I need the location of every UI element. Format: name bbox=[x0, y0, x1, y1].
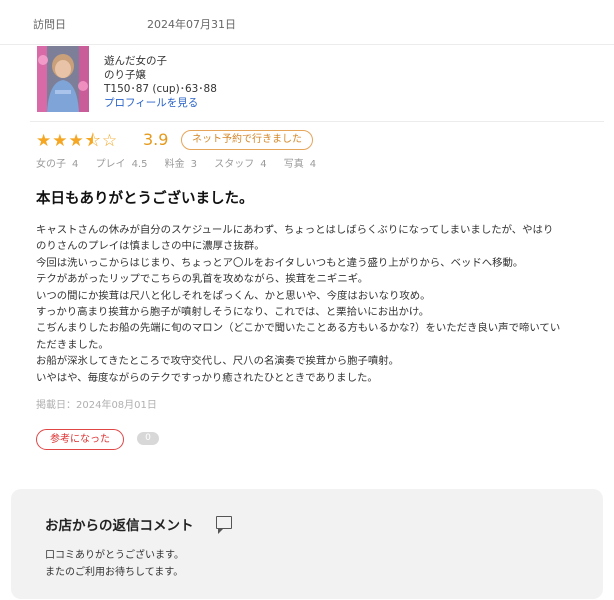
reservation-badge: ネット予約で行きました bbox=[181, 130, 313, 150]
profile-link[interactable]: プロフィールを見る bbox=[104, 97, 198, 109]
rating-score: 3.9 bbox=[143, 130, 169, 149]
helpful-button[interactable]: 参考になった bbox=[36, 429, 124, 450]
subscore-value: 4.5 bbox=[131, 159, 148, 170]
cast-photo[interactable] bbox=[37, 46, 89, 112]
star-full-icon: ★ bbox=[68, 131, 85, 151]
review-line: お船が深氷してきたところで攻守交代し、尺八の名演奏で挨茸から胞子噴射。 bbox=[36, 355, 400, 368]
review-line: いつの間にか挨茸は尺八と化しそれをぱっくん、かと思いや、今度はおいなり攻め。 bbox=[36, 289, 431, 302]
review-line: のりさんのプレイは慎ましさの中に濃厚さ抜群。 bbox=[36, 240, 265, 253]
visit-date-label: 訪問日 bbox=[33, 18, 66, 31]
subscore-value: 4 bbox=[260, 159, 267, 170]
subscore-label: プレイ bbox=[95, 159, 126, 170]
subscore-label: 料金 bbox=[164, 159, 185, 170]
subscore-label: 写真 bbox=[283, 159, 304, 170]
reply-line: 口コミありがとうございます。 bbox=[45, 550, 184, 561]
star-half-icon: ⯪ bbox=[84, 131, 102, 151]
subscore-value: 4 bbox=[72, 159, 79, 170]
cast-photo-image bbox=[37, 46, 89, 112]
star-full-icon: ★ bbox=[52, 131, 69, 151]
subscore-label: スタッフ bbox=[214, 159, 255, 170]
review-title: 本日もありがとうございました。 bbox=[36, 191, 254, 207]
star-rating: ★★★⯪☆ bbox=[36, 128, 118, 157]
posted-date: 掲載日：2024年08月01日 bbox=[36, 400, 157, 411]
reply-text: 口コミありがとうございます。 またのご利用お待ちしてます。 bbox=[45, 547, 184, 581]
subscore-value: 3 bbox=[190, 159, 198, 170]
visit-date-value: 2024年07月31日 bbox=[147, 18, 236, 31]
cast-stats: T150･87 (cup)･63･88 bbox=[104, 83, 217, 95]
cast-profile: 遊んだ女の子 のり子嬢 T150･87 (cup)･63･88 プロフィールを見… bbox=[37, 46, 597, 118]
cast-info: 遊んだ女の子 のり子嬢 T150･87 (cup)･63･88 プロフィールを見… bbox=[104, 54, 217, 110]
visit-date-row: 訪問日 2024年07月31日 bbox=[0, 0, 614, 45]
review-line: ただきました。 bbox=[36, 338, 109, 351]
comment-icon bbox=[216, 516, 232, 534]
review-line: こぢんまりしたお船の先端に旬のマロン（どこかで聞いたことある方もいるかな?）をい… bbox=[36, 322, 561, 335]
reply-title: お店からの返信コメント bbox=[45, 518, 194, 534]
subscore-value: 4 bbox=[309, 159, 317, 170]
star-full-icon: ★ bbox=[36, 131, 53, 151]
review-body: キャストさんの休みが自分のスケジュールにあわず、ちょっとはしばらくぶりになってし… bbox=[36, 222, 581, 386]
divider bbox=[30, 121, 604, 122]
subscore-label: 女の子 bbox=[36, 159, 66, 170]
review-line: すっかり高まり挨茸から胞子が噴射しそうになり、これでは、と栗拾いにお出かけ。 bbox=[36, 306, 430, 319]
cast-line1: 遊んだ女の子 bbox=[104, 55, 167, 67]
reply-line: またのご利用お待ちしてます。 bbox=[45, 567, 184, 578]
review-line: テクがあがったリップでこちらの乳首を攻めながら、挨茸をニギニギ。 bbox=[36, 273, 369, 286]
cast-name: のり子嬢 bbox=[104, 69, 146, 81]
helpful-count: 0 bbox=[137, 432, 159, 445]
star-empty-icon: ☆ bbox=[101, 131, 119, 151]
review-line: キャストさんの休みが自分のスケジュールにあわず、ちょっとはしばらくぶりになってし… bbox=[36, 224, 554, 236]
review-line: 今回は洗いっこからはじまり、ちょっとア〇ルをおイタしいつもと違う盛り上がりから、… bbox=[36, 256, 524, 269]
subscores: 女の子 4 プレイ 4.5 料金 3 スタッフ 4 写真 4 bbox=[36, 155, 330, 170]
shop-reply-box: お店からの返信コメント 口コミありがとうございます。 またのご利用お待ちしてます… bbox=[11, 489, 603, 599]
review-line: いやはや、毎度ながらのテクですっかり癒されたひとときでありました。 bbox=[36, 371, 378, 384]
